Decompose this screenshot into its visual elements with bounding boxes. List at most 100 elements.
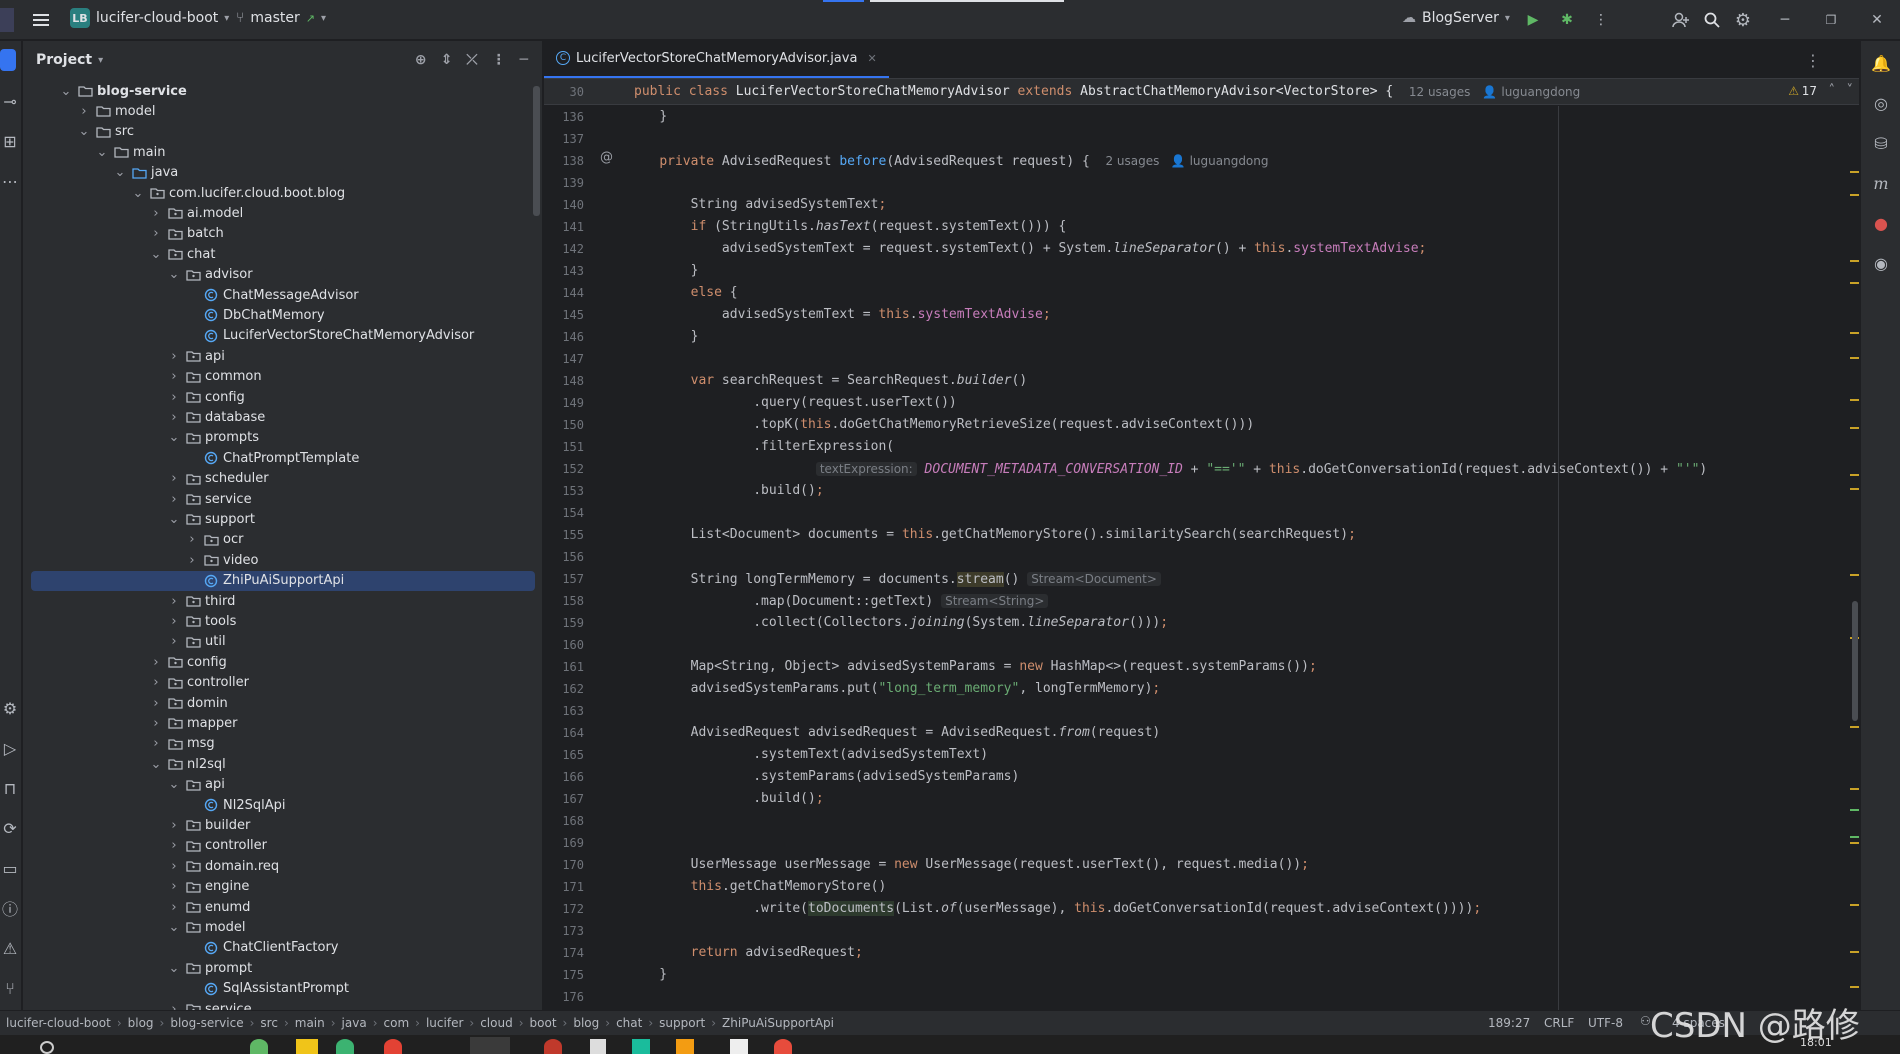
chevron-right-icon[interactable]: ›: [167, 838, 181, 853]
chevron-down-icon[interactable]: ⌄: [59, 84, 73, 99]
plugin-bird-icon[interactable]: ●: [1869, 211, 1893, 235]
build-tool-icon[interactable]: ⊓: [0, 776, 20, 800]
tree-item-folder[interactable]: › enumd: [23, 897, 533, 917]
chevron-right-icon[interactable]: ›: [149, 696, 163, 711]
chevron-right-icon[interactable]: ›: [149, 716, 163, 731]
tree-item-folder[interactable]: › engine: [23, 877, 533, 897]
tree-item-folder[interactable]: ⌄ api: [23, 775, 533, 795]
code-line[interactable]: }: [628, 326, 699, 348]
chevron-right-icon[interactable]: ›: [149, 655, 163, 670]
override-marker-icon[interactable]: @: [600, 150, 613, 165]
problems-tool-icon[interactable]: ⓘ: [0, 896, 20, 920]
tree-item-folder[interactable]: › tools: [23, 611, 533, 631]
code-line[interactable]: .write(toDocuments(List.of(userMessage),…: [628, 898, 1481, 920]
file-encoding[interactable]: UTF-8: [1588, 1016, 1623, 1030]
browser-app-icon[interactable]: [384, 1039, 402, 1054]
code-line[interactable]: .build();: [628, 480, 823, 502]
warning-mark[interactable]: [1850, 357, 1859, 359]
debug-tool-icon[interactable]: ⟳: [0, 816, 20, 840]
breadcrumb-item[interactable]: lucifer-cloud-boot: [6, 1016, 111, 1030]
code-line[interactable]: if (StringUtils.hasText(request.systemTe…: [628, 216, 1067, 238]
tree-item-folder[interactable]: › common: [23, 367, 533, 387]
code-line[interactable]: advisedSystemParams.put("long_term_memor…: [628, 678, 1161, 700]
prev-highlight-icon[interactable]: ˄: [1829, 83, 1836, 98]
code-line[interactable]: UserMessage userMessage = new UserMessag…: [628, 854, 1309, 876]
app-icon[interactable]: [730, 1039, 748, 1054]
code-line[interactable]: }: [628, 260, 699, 282]
code-line[interactable]: }: [628, 964, 667, 986]
chevron-right-icon[interactable]: ›: [167, 594, 181, 609]
tree-item-class[interactable]: DbChatMemory: [23, 305, 533, 325]
app-icon[interactable]: [676, 1039, 694, 1054]
project-panel-title[interactable]: Project: [36, 52, 92, 68]
breadcrumb-item[interactable]: chat: [616, 1016, 642, 1030]
code-line[interactable]: String advisedSystemText;: [628, 194, 887, 216]
chevron-right-icon[interactable]: ›: [167, 1002, 181, 1011]
chevron-right-icon[interactable]: ›: [77, 104, 91, 119]
close-window-icon[interactable]: ✕: [1866, 9, 1888, 31]
warning-icon[interactable]: ⚠: [1788, 84, 1799, 98]
tree-item-folder[interactable]: › builder: [23, 815, 533, 835]
warning-mark[interactable]: [1850, 282, 1859, 284]
warning-mark[interactable]: [1850, 986, 1859, 988]
tree-item-folder[interactable]: ⌄ com.lucifer.cloud.boot.blog: [23, 183, 533, 203]
run-tool-icon[interactable]: ▷: [0, 736, 20, 760]
code-line[interactable]: .topK(this.doGetChatMemoryRetrieveSize(r…: [628, 414, 1254, 436]
warning-mark[interactable]: [1850, 474, 1859, 476]
git-tool-icon[interactable]: ⑂: [0, 976, 20, 1000]
warning-mark[interactable]: [1850, 951, 1859, 953]
tree-item-folder[interactable]: › ocr: [23, 530, 533, 550]
breadcrumb-item[interactable]: blog: [573, 1016, 599, 1030]
warning-mark[interactable]: [1850, 194, 1859, 196]
breadcrumb-item[interactable]: lucifer: [426, 1016, 463, 1030]
caret-position[interactable]: 189:27: [1488, 1016, 1530, 1030]
warning-mark[interactable]: [1850, 260, 1859, 262]
editor-scrollbar[interactable]: [1852, 601, 1858, 721]
ai-assistant-icon[interactable]: ◎: [1869, 91, 1893, 115]
terminal-tool-icon[interactable]: ▭: [0, 856, 20, 880]
chevron-down-icon[interactable]: ⌄: [95, 145, 109, 160]
code-line[interactable]: .build();: [628, 788, 823, 810]
services-tool-icon[interactable]: ⚙: [0, 696, 20, 720]
breadcrumb-item[interactable]: src: [260, 1016, 278, 1030]
code-line[interactable]: List<Document> documents = this.getChatM…: [628, 524, 1356, 546]
tab-options-icon[interactable]: ⋮: [1805, 51, 1821, 70]
chevron-right-icon[interactable]: ›: [167, 349, 181, 364]
chevron-down-icon[interactable]: ⌄: [167, 430, 181, 445]
chevron-right-icon[interactable]: ›: [149, 736, 163, 751]
debug-icon[interactable]: ✱: [1556, 9, 1578, 31]
structure-tool-icon[interactable]: ⊞: [0, 129, 20, 153]
chevron-right-icon[interactable]: ›: [167, 818, 181, 833]
warning-mark[interactable]: [1850, 574, 1859, 576]
tree-item-class[interactable]: LuciferVectorStoreChatMemoryAdvisor: [23, 326, 533, 346]
chevron-down-icon[interactable]: ⌄: [77, 124, 91, 139]
terminal-app-icon[interactable]: [632, 1039, 650, 1054]
chevron-down-icon[interactable]: ⌄: [167, 961, 181, 976]
next-highlight-icon[interactable]: ˅: [1847, 83, 1854, 98]
folder-app-icon[interactable]: [296, 1039, 318, 1054]
tree-item-folder[interactable]: › scheduler: [23, 469, 533, 489]
tree-item-folder[interactable]: › config: [23, 387, 533, 407]
project-switcher[interactable]: LB lucifer-cloud-boot ▾: [70, 8, 229, 28]
tree-item-folder[interactable]: › domin: [23, 693, 533, 713]
code-line[interactable]: AdvisedRequest advisedRequest = AdvisedR…: [628, 722, 1161, 744]
code-line[interactable]: advisedSystemText = this.systemTextAdvis…: [628, 304, 1051, 326]
tree-scrollbar[interactable]: [533, 86, 540, 216]
chevron-right-icon[interactable]: ›: [167, 471, 181, 486]
tree-item-class[interactable]: SqlAssistantPrompt: [23, 979, 533, 999]
tree-item-folder[interactable]: › mapper: [23, 713, 533, 733]
search-icon[interactable]: [40, 1041, 54, 1054]
tree-item-folder[interactable]: ⌄ prompts: [23, 428, 533, 448]
run-icon[interactable]: ▶: [1522, 9, 1544, 31]
branch-switcher[interactable]: ⑂ master ↗ ▾: [236, 10, 326, 26]
chevron-down-icon[interactable]: ⌄: [149, 247, 163, 262]
tree-item-folder[interactable]: › model: [23, 101, 533, 121]
code-area[interactable]: } private AdvisedRequest before(AdvisedR…: [628, 106, 1859, 1010]
locate-file-icon[interactable]: ⊕: [415, 52, 427, 68]
tree-item-folder[interactable]: › database: [23, 407, 533, 427]
settings-gear-icon[interactable]: ⚙: [1732, 9, 1754, 31]
breadcrumb-item[interactable]: com: [384, 1016, 410, 1030]
warning-mark[interactable]: [1850, 788, 1859, 790]
tree-item-folder[interactable]: › service: [23, 999, 533, 1010]
database-icon[interactable]: ⛁: [1869, 131, 1893, 155]
